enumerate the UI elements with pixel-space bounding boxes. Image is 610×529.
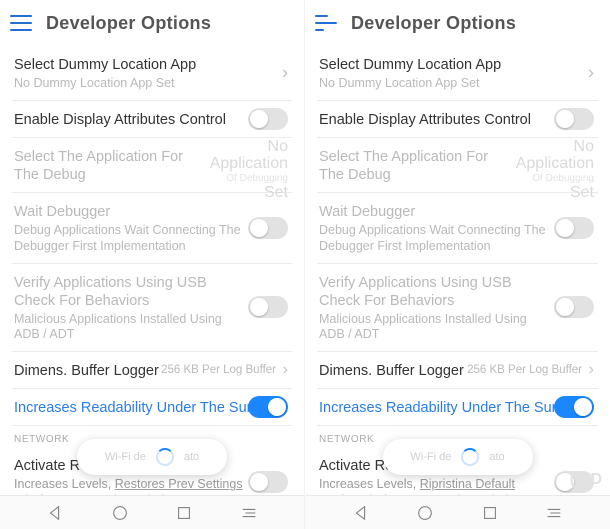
row-title: Select The Application For The Debug [14, 148, 204, 184]
nav-recents-button[interactable] [175, 504, 193, 522]
wifi-loading-overlay: Wi-Fi de ato [77, 439, 227, 475]
filter-icon[interactable] [315, 15, 337, 31]
spinner-icon [156, 448, 174, 466]
toggle[interactable] [248, 471, 288, 493]
toggle[interactable] [554, 471, 594, 493]
page-title: Developer Options [351, 13, 516, 34]
chevron-right-icon: › [588, 62, 594, 83]
verify-apps-usb[interactable]: Verify Applications Using USB Check For … [12, 264, 292, 353]
buffer-logger-size[interactable]: Dimens. Buffer Logger 256 KB Per Log Buf… [12, 352, 292, 389]
spinner-icon [461, 448, 479, 466]
chevron-right-icon: › [589, 361, 594, 379]
chevron-right-icon: › [282, 62, 288, 83]
toggle[interactable] [248, 296, 288, 318]
row-subtitle: Debug Applications Wait Connecting The D… [319, 223, 549, 254]
pane-right: Developer Options Select Dummy Location … [305, 0, 610, 529]
select-dummy-location-app[interactable]: Select Dummy Location App No Dummy Locat… [12, 46, 292, 101]
wait-debugger[interactable]: Wait Debugger Debug Applications Wait Co… [317, 193, 598, 263]
chevron-right-icon: › [283, 361, 288, 379]
wifi-loading-overlay: Wi-Fi de ato [383, 439, 533, 475]
nav-home-button[interactable] [416, 504, 434, 522]
row-title: Verify Applications Using USB [319, 274, 596, 292]
header: Developer Options [0, 0, 304, 46]
row-value: 256 KB Per Log Buffer [467, 364, 582, 376]
buffer-logger-size[interactable]: Dimens. Buffer Logger 256 KB Per Log Buf… [317, 352, 598, 389]
restore-prev-settings-link[interactable]: Restores Prev Settings [115, 477, 243, 491]
nav-extra-button[interactable] [545, 506, 563, 520]
select-dummy-location-app[interactable]: Select Dummy Location App No Dummy Locat… [317, 46, 598, 101]
toggle[interactable] [248, 217, 288, 239]
ghost-no-app-set: No Application Of Debugging Set [516, 138, 594, 202]
nav-back-button[interactable] [46, 504, 64, 522]
pane-left: Developer Options Select Dummy Location … [0, 0, 305, 529]
enable-display-attributes-control[interactable]: Enable Display Attributes Control [317, 101, 598, 138]
toggle[interactable] [554, 108, 594, 130]
row-subtitle: Debug Applications Wait Connecting The D… [14, 223, 244, 254]
header: Developer Options [305, 0, 610, 46]
row-subtitle: No Dummy Location App Set [14, 76, 244, 92]
row-title: Select Dummy Location App [319, 56, 596, 74]
toggle[interactable] [248, 108, 288, 130]
row-subtitle: Malicious Applications Installed Using A… [319, 312, 549, 343]
nav-extra-button[interactable] [240, 506, 258, 520]
toggle[interactable] [554, 396, 594, 418]
row-title: Wait Debugger [319, 203, 596, 221]
android-navbar [0, 495, 304, 529]
nav-home-button[interactable] [111, 504, 129, 522]
toggle[interactable] [554, 296, 594, 318]
row-title: Verify Applications Using USB [14, 274, 290, 292]
row-title: Wait Debugger [14, 203, 290, 221]
row-subtitle: Malicious Applications Installed Using A… [14, 312, 244, 343]
page-title: Developer Options [46, 13, 211, 34]
ghost-no-app-set: No Application Of Debugging Set [210, 138, 288, 202]
increases-readability[interactable]: Increases Readability Under The Sun [12, 389, 292, 426]
select-debug-application[interactable]: Select The Application For The Debug No … [12, 138, 292, 193]
select-debug-application[interactable]: Select The Application For The Debug No … [317, 138, 598, 193]
nav-recents-button[interactable] [481, 504, 499, 522]
row-title: Select Dummy Location App [14, 56, 290, 74]
android-navbar [305, 495, 610, 529]
row-title: Select The Application For The Debug [319, 148, 509, 184]
increases-readability[interactable]: Increases Readability Under The Sun [317, 389, 598, 426]
toggle[interactable] [554, 217, 594, 239]
verify-apps-usb[interactable]: Verify Applications Using USB Check For … [317, 264, 598, 353]
row-value: 256 KB Per Log Buffer [161, 364, 276, 376]
nav-back-button[interactable] [352, 504, 370, 522]
wait-debugger[interactable]: Wait Debugger Debug Applications Wait Co… [12, 193, 292, 263]
toggle[interactable] [248, 396, 288, 418]
enable-display-attributes-control[interactable]: Enable Display Attributes Control [12, 101, 292, 138]
menu-icon[interactable] [10, 15, 32, 31]
row-subtitle: No Dummy Location App Set [319, 76, 549, 92]
